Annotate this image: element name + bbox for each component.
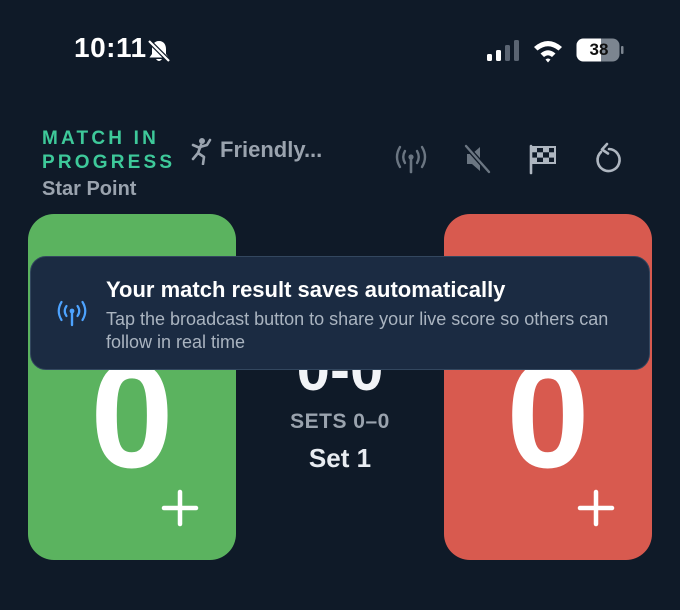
sets-score: SETS 0–0 — [290, 410, 390, 433]
battery-level: 38 — [589, 40, 609, 59]
cellular-signal-icon — [487, 40, 519, 61]
mute-icon[interactable] — [458, 140, 496, 178]
status-time: 10:11 — [74, 32, 147, 63]
wifi-icon — [534, 41, 562, 63]
right-add-point-button[interactable] — [574, 486, 618, 530]
current-set-label: Set 1 — [308, 443, 372, 473]
toast-title: Your match result saves automatically — [106, 277, 506, 302]
toast-body: Tap the broadcast button to share your l… — [106, 309, 609, 352]
broadcast-icon[interactable] — [392, 140, 430, 178]
venue-name: Star Point — [42, 178, 137, 200]
tennis-player-icon — [191, 138, 212, 165]
left-add-point-button[interactable] — [158, 486, 202, 530]
checkered-flag-icon[interactable] — [524, 140, 562, 178]
bell-slash-icon — [147, 39, 171, 63]
undo-icon[interactable] — [590, 140, 628, 178]
match-type-label[interactable]: Friendly... — [220, 137, 322, 163]
match-status-label: MATCH IN PROGRESS — [42, 128, 176, 173]
broadcast-icon — [57, 300, 87, 327]
